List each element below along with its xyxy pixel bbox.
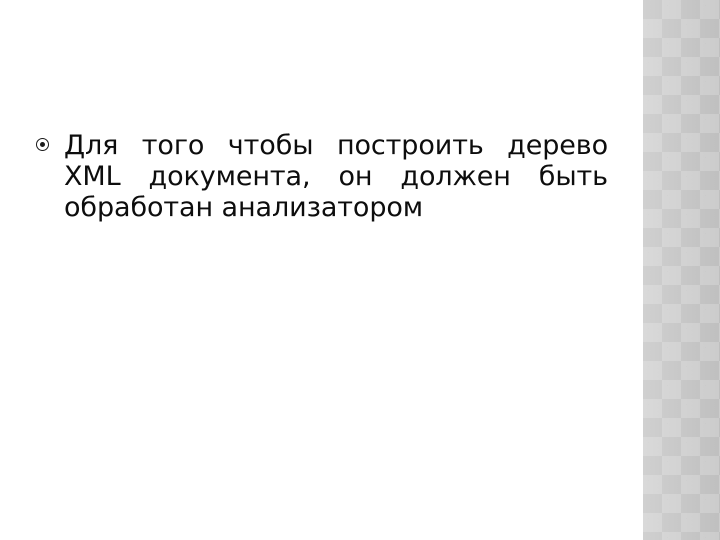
- list-item: Для того чтобы построить дерево XML доку…: [36, 130, 608, 223]
- target-bullet-icon: [36, 138, 49, 151]
- side-band-sheen-overlay: [643, 0, 720, 540]
- slide-canvas: Для того чтобы построить дерево XML доку…: [0, 0, 720, 540]
- side-decorative-band: [643, 0, 720, 540]
- slide-content-area: Для того чтобы построить дерево XML доку…: [0, 0, 643, 540]
- bullet-text: Для того чтобы построить дерево XML доку…: [64, 130, 608, 223]
